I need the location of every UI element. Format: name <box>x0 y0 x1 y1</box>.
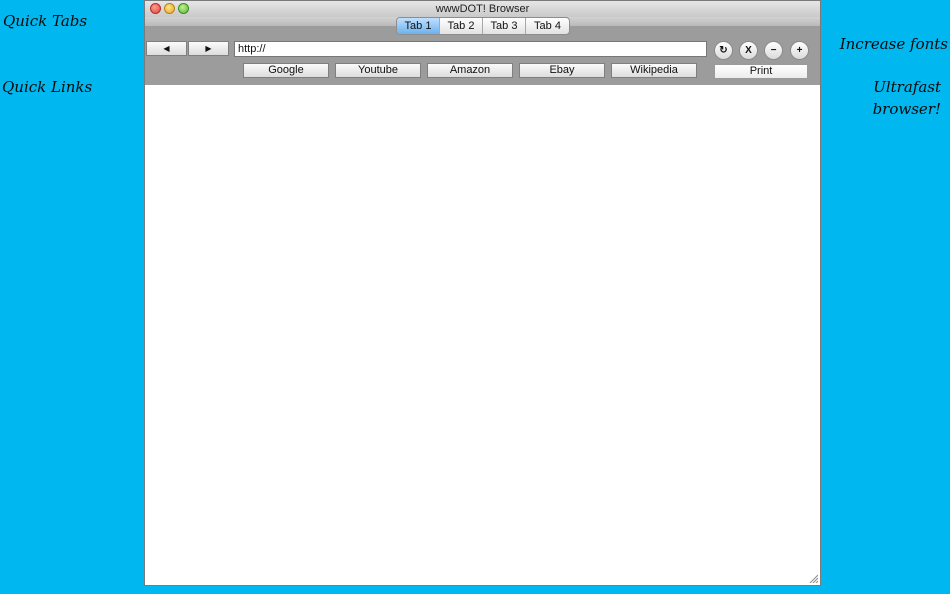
callout-quick-tabs: Quick Tabs <box>3 12 88 30</box>
plus-icon: + <box>796 45 803 56</box>
increase-font-button[interactable]: + <box>790 41 809 60</box>
resize-grip-icon[interactable] <box>809 574 818 583</box>
navigation-buttons: ◀ ▶ <box>146 41 229 56</box>
callout-ultrafast-line1: Ultrafast <box>873 78 941 96</box>
tab-1[interactable]: Tab 1 <box>397 18 440 34</box>
stop-icon: X <box>745 45 752 56</box>
quick-link-google[interactable]: Google <box>243 63 329 78</box>
browser-window: wwwDOT! Browser Tab 1 Tab 2 Tab 3 Tab 4 … <box>144 0 821 586</box>
print-button[interactable]: Print <box>714 64 808 79</box>
tab-3[interactable]: Tab 3 <box>483 18 526 34</box>
tab-4[interactable]: Tab 4 <box>526 18 569 34</box>
back-arrow-icon: ◀ <box>163 44 170 53</box>
forward-arrow-icon: ▶ <box>205 44 212 53</box>
window-title: wwwDOT! Browser <box>435 3 530 15</box>
callout-ultrafast-browser: Ultrafast browser! <box>873 76 941 120</box>
forward-button[interactable]: ▶ <box>188 41 229 56</box>
decrease-font-button[interactable]: − <box>764 41 783 60</box>
minus-icon: − <box>770 45 777 56</box>
quick-link-amazon[interactable]: Amazon <box>427 63 513 78</box>
web-content-area[interactable] <box>145 85 820 585</box>
quick-link-ebay[interactable]: Ebay <box>519 63 605 78</box>
quick-link-wikipedia[interactable]: Wikipedia <box>611 63 697 78</box>
quick-links-bar: Google Youtube Amazon Ebay Wikipedia <box>243 63 697 78</box>
quick-link-youtube[interactable]: Youtube <box>335 63 421 78</box>
title-bar[interactable]: wwwDOT! Browser <box>145 1 820 17</box>
url-input[interactable]: http:// <box>234 41 707 57</box>
callout-quick-links: Quick Links <box>2 78 93 96</box>
back-button[interactable]: ◀ <box>146 41 187 56</box>
stop-button[interactable]: X <box>739 41 758 60</box>
reload-button[interactable]: ↻ <box>714 41 733 60</box>
callout-increase-fonts: Increase fonts <box>839 35 948 53</box>
callout-ultrafast-line2: browser! <box>872 100 941 118</box>
tab-bar: Tab 1 Tab 2 Tab 3 Tab 4 <box>396 17 570 35</box>
reload-icon: ↻ <box>719 45 728 56</box>
tab-2[interactable]: Tab 2 <box>440 18 483 34</box>
